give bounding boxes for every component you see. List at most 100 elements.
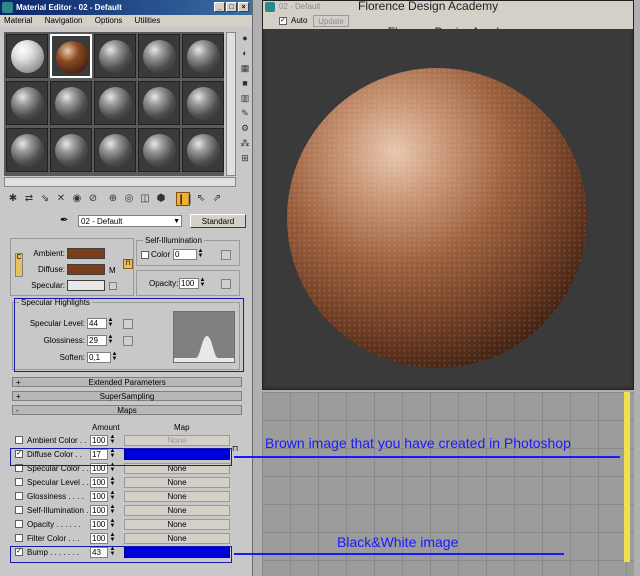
map-slot-button[interactable]: None — [124, 505, 230, 516]
put-to-library-icon[interactable]: ⊕ — [106, 192, 120, 206]
map-amount-arrows[interactable]: ▲ ▼ — [109, 490, 116, 502]
map-slot-button[interactable]: None — [124, 435, 230, 446]
make-preview-icon[interactable]: ✎ — [239, 107, 251, 119]
menu-utilities[interactable]: Utilities — [135, 16, 161, 25]
put-to-scene-icon[interactable]: ⇄ — [22, 192, 36, 206]
sample-slot[interactable] — [182, 128, 224, 172]
opacity-map-button[interactable] — [221, 279, 231, 289]
get-material-icon[interactable]: ✱ — [6, 192, 20, 206]
sample-slot[interactable] — [138, 34, 180, 78]
make-unique-icon[interactable]: ⊘ — [86, 192, 100, 206]
sample-slot[interactable] — [94, 34, 136, 78]
ambient-color-swatch[interactable] — [67, 248, 105, 259]
reset-map-icon[interactable]: ✕ — [54, 192, 68, 206]
specular-highlight-callout-frame — [14, 298, 244, 372]
diffuse-map-m-button[interactable]: M — [109, 266, 116, 276]
map-amount-spinner[interactable]: 100 — [90, 435, 108, 446]
self-illum-spinner[interactable]: 0 — [173, 249, 197, 260]
show-map-in-viewport-icon[interactable]: ◫ — [138, 192, 152, 206]
material-name-field[interactable]: 02 - Default ▼ — [78, 215, 182, 227]
go-forward-sibling-icon[interactable]: ⇗ — [210, 192, 224, 206]
map-amount-spinner[interactable]: 100 — [90, 505, 108, 516]
self-illum-color-checkbox[interactable] — [141, 251, 149, 259]
map-slot-button[interactable]: None — [124, 491, 230, 502]
auto-checkbox[interactable]: ✓ — [279, 17, 287, 25]
minimize-button[interactable]: _ — [214, 2, 225, 12]
sample-type-icon[interactable]: ● — [239, 32, 251, 44]
sample-slot[interactable] — [6, 128, 48, 172]
material-id-channel-icon[interactable]: ◎ — [122, 192, 136, 206]
background-icon[interactable]: ▦ — [239, 62, 251, 74]
map-enable-checkbox[interactable] — [15, 492, 23, 500]
map-label: Filter Color . . . — [27, 534, 80, 543]
close-button[interactable]: × — [238, 2, 249, 12]
map-enable-checkbox[interactable] — [15, 478, 23, 486]
sample-sphere — [56, 41, 89, 74]
menu-options[interactable]: Options — [95, 16, 123, 25]
maps-rollout[interactable]: - Maps — [12, 405, 242, 415]
sample-slot[interactable] — [50, 81, 92, 125]
map-enable-checkbox[interactable] — [15, 506, 23, 514]
specular-map-button[interactable] — [109, 282, 117, 290]
preview-title: 02 - Default — [279, 2, 321, 11]
map-amount-spinner[interactable]: 100 — [90, 491, 108, 502]
map-amount-arrows[interactable]: ▲ ▼ — [109, 504, 116, 516]
map-enable-checkbox[interactable] — [15, 436, 23, 444]
map-amount-arrows[interactable]: ▲ ▼ — [109, 476, 116, 488]
pick-material-icon[interactable]: ✒ — [60, 215, 68, 227]
menu-navigation[interactable]: Navigation — [45, 16, 83, 25]
map-enable-checkbox[interactable] — [15, 534, 23, 542]
map-amount-arrows[interactable]: ▲ ▼ — [109, 434, 116, 446]
sample-slot[interactable] — [50, 34, 92, 78]
sample-slot[interactable] — [6, 34, 48, 78]
map-amount-spinner[interactable]: 100 — [90, 519, 108, 530]
map-enable-checkbox[interactable] — [15, 520, 23, 528]
diffuse-callout-frame — [10, 448, 232, 466]
opacity-spinner-arrows[interactable]: ▲ ▼ — [199, 277, 206, 289]
map-amount-arrows[interactable]: ▲ ▼ — [109, 518, 116, 530]
opacity-spinner[interactable]: 100 — [179, 278, 199, 289]
sample-slot[interactable] — [94, 81, 136, 125]
menu-material[interactable]: Material — [4, 16, 32, 25]
self-illum-spinner-arrows[interactable]: ▲ ▼ — [197, 248, 204, 260]
backlight-icon[interactable]: ◐ — [239, 47, 251, 59]
uv-tiling-icon[interactable]: ■ — [239, 77, 251, 89]
self-illum-map-button[interactable] — [221, 250, 231, 260]
show-end-result-icon[interactable]: ⬢ — [154, 192, 168, 206]
select-by-material-icon[interactable]: ⁂ — [239, 137, 251, 149]
assign-to-selection-icon[interactable]: ⇘ — [38, 192, 52, 206]
supersampling-rollout[interactable]: + SuperSampling — [12, 391, 242, 401]
slots-horizontal-scrollbar[interactable] — [4, 177, 236, 187]
sample-slot[interactable] — [138, 81, 180, 125]
map-slot-button[interactable]: None — [124, 519, 230, 530]
sample-slot[interactable] — [50, 128, 92, 172]
update-button[interactable]: Update — [313, 15, 349, 27]
side-toolbar: ● ◐ ▦ ■ ▥ ✎ ⚙ ⁂ ⊞ — [238, 30, 252, 180]
video-color-check-icon[interactable]: ▥ — [239, 92, 251, 104]
copy-material-icon[interactable]: ◉ — [70, 192, 84, 206]
map-amount-spinner[interactable]: 100 — [90, 477, 108, 488]
map-slot-button[interactable]: None — [124, 533, 230, 544]
map-amount-spinner[interactable]: 100 — [90, 533, 108, 544]
diffuse-color-swatch[interactable] — [67, 264, 105, 275]
maximize-button[interactable]: □ — [226, 2, 237, 12]
chevron-down-icon[interactable]: ▼ — [173, 216, 180, 227]
map-amount-arrows[interactable]: ▲ ▼ — [109, 532, 116, 544]
sample-slot[interactable] — [182, 34, 224, 78]
map-slot-button[interactable]: None — [124, 477, 230, 488]
go-to-parent-icon[interactable]: ⇖ — [194, 192, 208, 206]
lock-ambient-diffuse-button[interactable]: C — [15, 253, 23, 277]
sample-slot[interactable] — [138, 128, 180, 172]
preview-title-bar: 02 - Default Florence Design Academy — [263, 0, 633, 13]
sample-slot[interactable] — [6, 81, 48, 125]
slots-vertical-scrollbar[interactable] — [226, 32, 236, 176]
material-type-button[interactable]: Standard — [190, 214, 246, 228]
extended-parameters-rollout[interactable]: + Extended Parameters — [12, 377, 242, 387]
lock-icon[interactable]: ⊓ — [123, 259, 133, 269]
options-icon[interactable]: ⚙ — [239, 122, 251, 134]
specular-color-swatch[interactable] — [67, 280, 105, 291]
show-map-icon-active[interactable]: ❙❙ — [176, 192, 194, 206]
sample-slot[interactable] — [182, 81, 224, 125]
material-navigator-icon[interactable]: ⊞ — [239, 152, 251, 164]
sample-slot[interactable] — [94, 128, 136, 172]
